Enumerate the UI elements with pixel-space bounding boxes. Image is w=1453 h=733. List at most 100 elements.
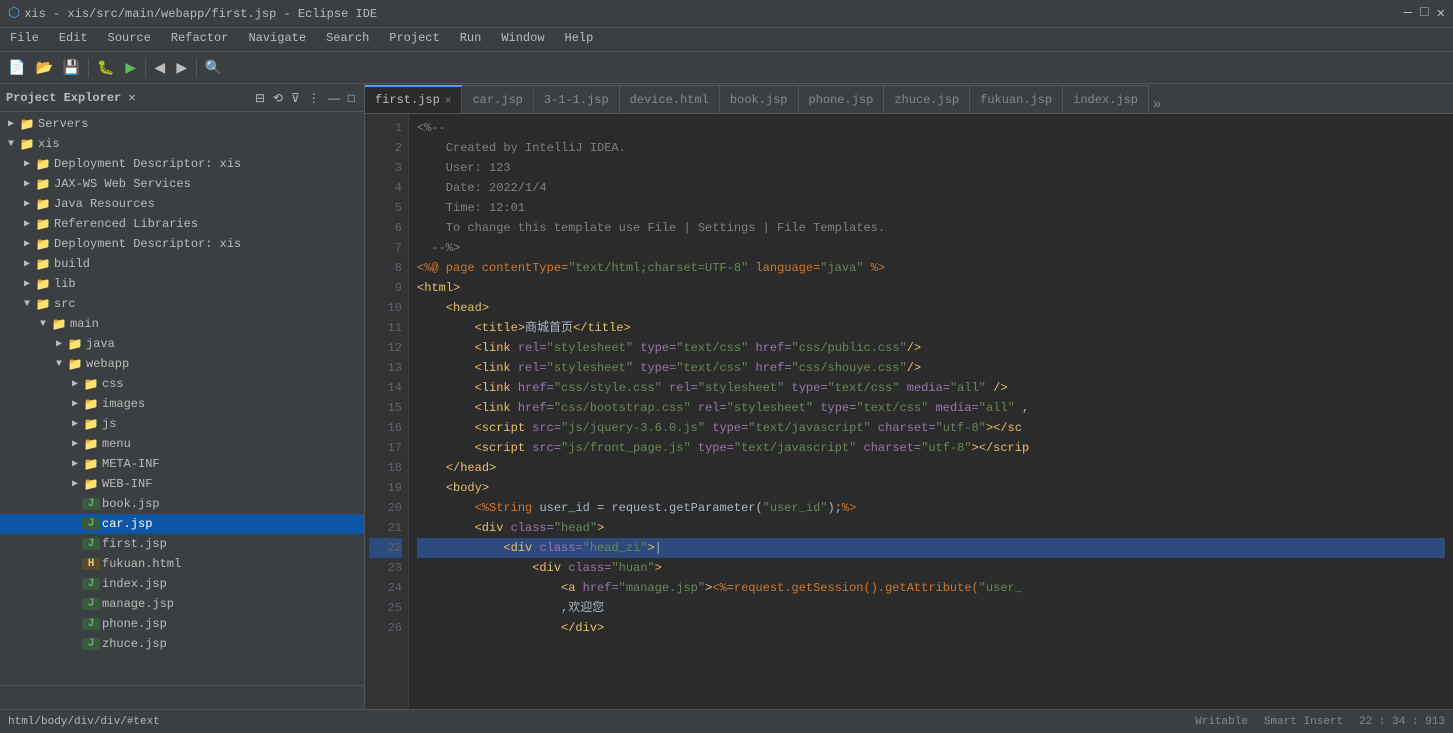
title-bar: ⬡ xis - xis/src/main/webapp/first.jsp - …	[0, 0, 1453, 28]
sidebar-item-web-inf[interactable]: ▶📁WEB-INF	[0, 474, 364, 494]
tab-label: book.jsp	[730, 93, 788, 107]
menu-item-source[interactable]: Source	[98, 28, 161, 51]
sidebar-item-ref-libs[interactable]: ▶📁Referenced Libraries	[0, 214, 364, 234]
sidebar-item-manage-jsp[interactable]: Jmanage.jsp	[0, 594, 364, 614]
toolbar-forward-button[interactable]: ▶	[172, 55, 192, 81]
minimize-button[interactable]: —	[1404, 5, 1412, 22]
tab-book-jsp[interactable]: book.jsp	[720, 85, 799, 113]
tree-arrow-icon: ▶	[68, 398, 82, 410]
tab-zhuce-jsp[interactable]: zhuce.jsp	[884, 85, 970, 113]
tree-item-label: java	[86, 337, 115, 351]
sidebar-item-deployment[interactable]: ▶📁Deployment Descriptor: xis	[0, 154, 364, 174]
sidebar-item-build[interactable]: ▶📁build	[0, 254, 364, 274]
tab-index-jsp[interactable]: index.jsp	[1063, 85, 1149, 113]
code-line: <%--	[417, 118, 1445, 138]
code-editor[interactable]: 1234567891011121314151617181920212223242…	[365, 114, 1453, 709]
menu-item-help[interactable]: Help	[555, 28, 604, 51]
line-number: 22	[369, 538, 402, 558]
code-line: <a href="manage.jsp"><%=request.getSessi…	[417, 578, 1445, 598]
sidebar-item-js[interactable]: ▶📁js	[0, 414, 364, 434]
tab-label: 3-1-1.jsp	[544, 93, 609, 107]
menu-item-window[interactable]: Window	[491, 28, 554, 51]
sidebar-item-first-jsp[interactable]: Jfirst.jsp	[0, 534, 364, 554]
maximize-button[interactable]: □	[1420, 5, 1428, 22]
sidebar-collapse-button[interactable]: ⊟	[252, 90, 268, 106]
sidebar-item-deployment2[interactable]: ▶📁Deployment Descriptor: xis	[0, 234, 364, 254]
tab-close-button[interactable]: ✕	[445, 93, 452, 107]
sidebar-item-book-jsp[interactable]: Jbook.jsp	[0, 494, 364, 514]
menu-item-search[interactable]: Search	[316, 28, 379, 51]
sidebar-item-images[interactable]: ▶📁images	[0, 394, 364, 414]
menu-item-file[interactable]: File	[0, 28, 49, 51]
window-title: xis - xis/src/main/webapp/first.jsp - Ec…	[24, 7, 377, 21]
sidebar-item-webapp[interactable]: ▼📁webapp	[0, 354, 364, 374]
status-breadcrumb: html/body/div/div/#text	[8, 716, 160, 728]
tree-item-label: Deployment Descriptor: xis	[54, 237, 241, 251]
sidebar-item-meta-inf[interactable]: ▶📁META-INF	[0, 454, 364, 474]
sidebar-item-fukuan-html[interactable]: Hfukuan.html	[0, 554, 364, 574]
tree-item-label: manage.jsp	[102, 597, 174, 611]
menu-item-edit[interactable]: Edit	[49, 28, 98, 51]
tree-jsp-icon: J	[82, 598, 100, 610]
tree-item-label: menu	[102, 437, 131, 451]
sidebar-item-jaxws[interactable]: ▶📁JAX-WS Web Services	[0, 174, 364, 194]
sidebar-minimize-button[interactable]: —	[325, 90, 343, 106]
toolbar-sep-1	[88, 58, 89, 78]
sidebar-item-java-res[interactable]: ▶📁Java Resources	[0, 194, 364, 214]
tree-item-label: xis	[38, 137, 60, 151]
tab-car-jsp[interactable]: car.jsp	[462, 85, 533, 113]
tree-arrow-icon: ▶	[20, 178, 34, 190]
tree-arrow-icon: ▼	[4, 139, 18, 150]
tabs-overflow-button[interactable]: »	[1149, 97, 1165, 113]
toolbar-search-button[interactable]: 🔍	[201, 55, 226, 81]
sidebar-item-xis[interactable]: ▼📁xis	[0, 134, 364, 154]
tree-folder-icon: 📁	[50, 317, 68, 332]
toolbar-back-button[interactable]: ◀	[150, 55, 170, 81]
sidebar-item-car-jsp[interactable]: Jcar.jsp	[0, 514, 364, 534]
sidebar-maximize-button[interactable]: □	[345, 90, 358, 106]
menu-item-run[interactable]: Run	[450, 28, 492, 51]
sidebar-filter-button[interactable]: ⊽	[288, 90, 303, 106]
tab-device-html[interactable]: device.html	[620, 85, 720, 113]
sidebar-item-index-jsp[interactable]: Jindex.jsp	[0, 574, 364, 594]
close-button[interactable]: ✕	[1437, 5, 1445, 22]
code-line: <link rel="stylesheet" type="text/css" h…	[417, 358, 1445, 378]
sidebar-item-java[interactable]: ▶📁java	[0, 334, 364, 354]
toolbar-save-button[interactable]: 💾	[59, 55, 84, 81]
sidebar-item-src[interactable]: ▼📁src	[0, 294, 364, 314]
line-number: 8	[369, 258, 402, 278]
tree-arrow-icon: ▶	[20, 278, 34, 290]
tab-fukuan-jsp[interactable]: fukuan.jsp	[970, 85, 1063, 113]
sidebar-item-zhuce-jsp[interactable]: Jzhuce.jsp	[0, 634, 364, 654]
code-line: <link href="css/style.css" rel="styleshe…	[417, 378, 1445, 398]
toolbar-new-button[interactable]: 📄	[4, 55, 29, 81]
tree-item-label: zhuce.jsp	[102, 637, 167, 651]
sidebar-item-main[interactable]: ▼📁main	[0, 314, 364, 334]
toolbar-debug-button[interactable]: 🐛	[93, 55, 118, 81]
sidebar-item-phone-jsp[interactable]: Jphone.jsp	[0, 614, 364, 634]
menu-item-project[interactable]: Project	[379, 28, 449, 51]
tree-item-label: Java Resources	[54, 197, 155, 211]
toolbar-run-button[interactable]: ▶	[121, 55, 141, 81]
code-content[interactable]: <%-- Created by IntelliJ IDEA. User: 123…	[409, 114, 1453, 709]
tab-3-1-1-jsp[interactable]: 3-1-1.jsp	[534, 85, 620, 113]
tab-first-jsp[interactable]: first.jsp✕	[365, 85, 462, 113]
sidebar-menu-button[interactable]: ⋮	[305, 90, 323, 106]
sidebar-item-servers[interactable]: ▶📁Servers	[0, 114, 364, 134]
sidebar-item-menu[interactable]: ▶📁menu	[0, 434, 364, 454]
code-line: Date: 2022/1/4	[417, 178, 1445, 198]
sidebar-link-button[interactable]: ⟲	[270, 90, 286, 106]
sidebar-item-lib[interactable]: ▶📁lib	[0, 274, 364, 294]
tree-item-label: META-INF	[102, 457, 160, 471]
sidebar-title: Project Explorer ✕	[6, 90, 136, 105]
tab-label: fukuan.jsp	[980, 93, 1052, 107]
menu-item-navigate[interactable]: Navigate	[238, 28, 316, 51]
toolbar-open-button[interactable]: 📂	[31, 55, 56, 81]
tree-html-icon: H	[82, 558, 100, 570]
title-bar-controls[interactable]: — □ ✕	[1404, 5, 1445, 22]
tab-phone-jsp[interactable]: phone.jsp	[799, 85, 885, 113]
line-number: 7	[369, 238, 402, 258]
menu-item-refactor[interactable]: Refactor	[161, 28, 239, 51]
sidebar-item-css[interactable]: ▶📁css	[0, 374, 364, 394]
tree-item-label: images	[102, 397, 145, 411]
